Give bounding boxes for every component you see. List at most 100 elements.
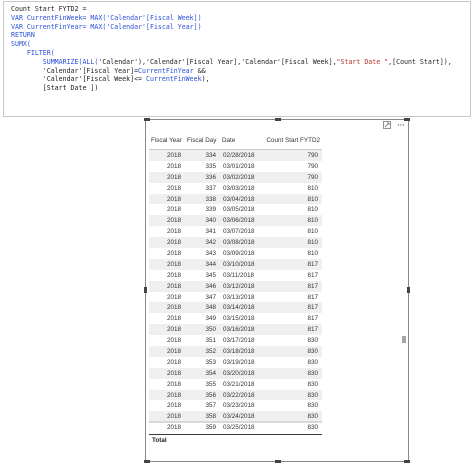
cell-date: 03/19/2018 (223, 358, 255, 366)
code-line-2: VAR CurrentFinWeek= MAX('Calendar'[Fisca… (11, 13, 202, 22)
table-row[interactable]: 2018 349 03/15/2018 817 (149, 313, 322, 324)
cell-count-start: 817 (307, 304, 318, 312)
cell-date: 03/25/2018 (223, 424, 255, 432)
cell-date: 03/14/2018 (223, 304, 255, 312)
cell-fiscal-day: 356 (205, 391, 216, 399)
formula-editor[interactable]: Count Start FYTD2 = VAR CurrentFinWeek= … (3, 1, 471, 117)
cell-fiscal-year: 2018 (166, 282, 181, 290)
resize-handle-top-left[interactable] (144, 118, 150, 121)
cell-date: 03/24/2018 (223, 413, 255, 421)
table-row[interactable]: 2018 356 03/22/2018 830 (149, 389, 322, 401)
cell-fiscal-day: 346 (205, 282, 216, 290)
cell-date: 03/15/2018 (223, 315, 255, 323)
total-row: Total (149, 434, 322, 446)
cell-count-start: 810 (307, 228, 318, 236)
code-line-7: SUMMARIZE(ALL('Calendar'),'Calendar'[Fis… (11, 57, 452, 66)
cell-fiscal-year: 2018 (166, 249, 181, 257)
table-row[interactable]: 2018 341 03/07/2018 810 (149, 226, 322, 237)
col-header-date[interactable]: Date (220, 137, 262, 144)
code-line-10: [Start Date ]) (11, 84, 99, 93)
table-row[interactable]: 2018 354 03/20/2018 830 (149, 367, 322, 379)
cell-date: 03/21/2018 (223, 380, 255, 388)
cell-fiscal-year: 2018 (166, 402, 181, 410)
table-row[interactable]: 2018 347 03/13/2018 817 (149, 292, 322, 303)
cell-count-start: 810 (307, 239, 318, 247)
col-header-count-start[interactable]: Count Start FYTD2 (262, 137, 322, 144)
cell-fiscal-year: 2018 (166, 315, 181, 323)
cell-fiscal-day: 347 (205, 293, 216, 301)
table-row[interactable]: 2018 334 02/28/2018 790 (149, 150, 322, 161)
code-line-8: 'Calendar'[Fiscal Year]=CurrentFinYear &… (11, 66, 206, 75)
table-row[interactable]: 2018 344 03/10/2018 817 (149, 258, 322, 270)
table-row[interactable]: 2018 346 03/12/2018 817 (149, 280, 322, 292)
cell-fiscal-day: 340 (205, 217, 216, 225)
table-body: 2018 334 02/28/2018 790 2018 335 03/01/2018 790… (149, 150, 322, 433)
table-row[interactable]: 2018 353 03/19/2018 830 (149, 357, 322, 368)
table-row[interactable]: 2018 348 03/14/2018 817 (149, 302, 322, 314)
cell-count-start: 810 (307, 195, 318, 203)
cell-fiscal-year: 2018 (166, 239, 181, 247)
vertical-scrollbar[interactable] (402, 200, 406, 456)
code-line-9: 'Calendar'[Fiscal Week]<= CurrentFinWeek… (11, 75, 210, 84)
cell-fiscal-year: 2018 (166, 304, 181, 312)
cell-date: 03/12/2018 (223, 282, 255, 290)
table-row[interactable]: 2018 340 03/06/2018 810 (149, 215, 322, 227)
table-row[interactable]: 2018 335 03/01/2018 790 (149, 161, 322, 172)
cell-fiscal-year: 2018 (166, 369, 181, 377)
cell-date: 02/28/2018 (223, 151, 255, 159)
cell-fiscal-day: 344 (205, 260, 216, 268)
resize-handle-left[interactable] (144, 287, 147, 293)
resize-handle-bottom[interactable] (275, 460, 281, 463)
cell-count-start: 830 (307, 337, 318, 345)
cell-fiscal-year: 2018 (166, 271, 181, 279)
col-header-fiscal-year[interactable]: Fiscal Year (149, 137, 185, 144)
cell-date: 03/11/2018 (223, 271, 255, 279)
total-label: Total (152, 437, 167, 445)
cell-fiscal-day: 339 (205, 206, 216, 214)
cell-fiscal-year: 2018 (166, 293, 181, 301)
cell-fiscal-day: 335 (205, 162, 216, 170)
cell-count-start: 810 (307, 217, 318, 225)
table-row[interactable]: 2018 343 03/09/2018 810 (149, 248, 322, 259)
cell-fiscal-day: 354 (205, 369, 216, 377)
table-row[interactable]: 2018 352 03/18/2018 830 (149, 346, 322, 357)
more-options-icon[interactable] (397, 121, 405, 129)
cell-fiscal-year: 2018 (166, 260, 181, 268)
cell-count-start: 810 (307, 184, 318, 192)
resize-handle-bottom-right[interactable] (404, 460, 410, 463)
horizontal-scrollbar[interactable] (149, 421, 322, 423)
table-row[interactable]: 2018 339 03/05/2018 810 (149, 204, 322, 215)
table-row[interactable]: 2018 337 03/03/2018 810 (149, 183, 322, 194)
table-row[interactable]: 2018 345 03/11/2018 817 (149, 270, 322, 281)
table-row[interactable]: 2018 355 03/21/2018 830 (149, 379, 322, 390)
table-row[interactable]: 2018 357 03/23/2018 830 (149, 400, 322, 411)
table-row[interactable]: 2018 351 03/17/2018 830 (149, 335, 322, 346)
cell-fiscal-day: 336 (205, 173, 216, 181)
cell-date: 03/22/2018 (223, 391, 255, 399)
cell-fiscal-year: 2018 (166, 206, 181, 214)
col-header-fiscal-day[interactable]: Fiscal Day (185, 137, 220, 144)
cell-fiscal-year: 2018 (166, 151, 181, 159)
resize-handle-right[interactable] (407, 287, 410, 293)
table-row[interactable]: 2018 350 03/16/2018 817 (149, 324, 322, 336)
cell-fiscal-day: 349 (205, 315, 216, 323)
cell-fiscal-day: 337 (205, 184, 216, 192)
table-row[interactable]: 2018 338 03/04/2018 810 (149, 193, 322, 205)
cell-fiscal-day: 334 (205, 151, 216, 159)
code-line-4: RETURN (11, 31, 35, 40)
cell-date: 03/06/2018 (223, 217, 255, 225)
cell-fiscal-year: 2018 (166, 337, 181, 345)
table-visual[interactable]: Fiscal Year Fiscal Day Date Count Start … (144, 118, 410, 463)
cell-fiscal-day: 359 (205, 424, 216, 432)
table-row[interactable]: 2018 336 03/02/2018 790 (149, 171, 322, 183)
cell-fiscal-year: 2018 (166, 347, 181, 355)
scrollbar-thumb[interactable] (402, 336, 406, 343)
table-row[interactable]: 2018 342 03/08/2018 810 (149, 237, 322, 249)
focus-mode-icon[interactable] (383, 121, 391, 129)
table-row[interactable]: 2018 359 03/25/2018 830 (149, 422, 322, 433)
resize-handle-bottom-left[interactable] (144, 460, 150, 463)
cell-count-start: 790 (307, 151, 318, 159)
cell-date: 03/02/2018 (223, 173, 255, 181)
dax-code[interactable]: Count Start FYTD2 = VAR CurrentFinWeek= … (11, 5, 452, 93)
resize-handle-top[interactable] (275, 118, 281, 121)
